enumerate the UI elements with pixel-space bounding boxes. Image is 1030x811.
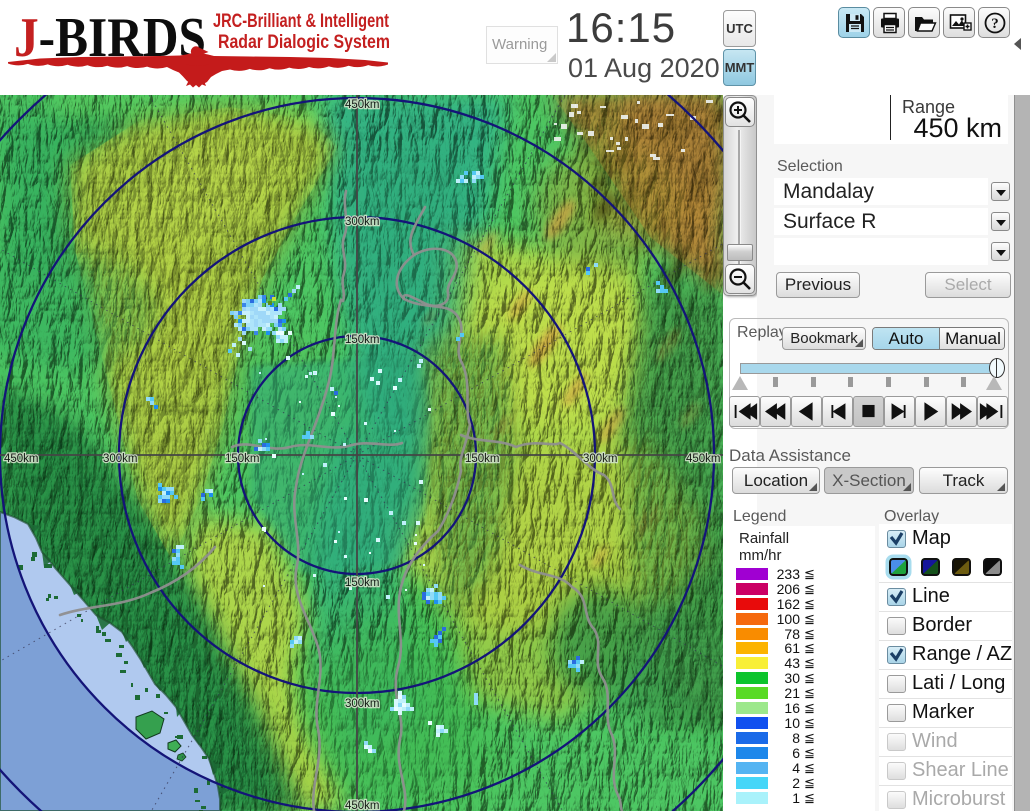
svg-text:150km: 150km — [225, 453, 260, 465]
svg-text:450km: 450km — [686, 453, 721, 465]
svg-text:?: ? — [991, 16, 999, 32]
svg-text:JRC-Brilliant & Intelligent: JRC-Brilliant & Intelligent — [213, 11, 390, 32]
svg-text:450km: 450km — [4, 453, 39, 465]
svg-text:450km: 450km — [345, 800, 380, 811]
svg-text:300km: 300km — [103, 453, 138, 465]
svg-text:450km: 450km — [345, 99, 380, 111]
svg-text:300km: 300km — [345, 216, 380, 228]
svg-text:150km: 150km — [465, 453, 500, 465]
svg-text:150km: 150km — [345, 334, 380, 346]
svg-text:300km: 300km — [345, 698, 380, 710]
svg-text:Radar Dialogic System: Radar Dialogic System — [218, 32, 390, 53]
svg-text:150km: 150km — [345, 577, 380, 589]
svg-text:300km: 300km — [583, 453, 618, 465]
